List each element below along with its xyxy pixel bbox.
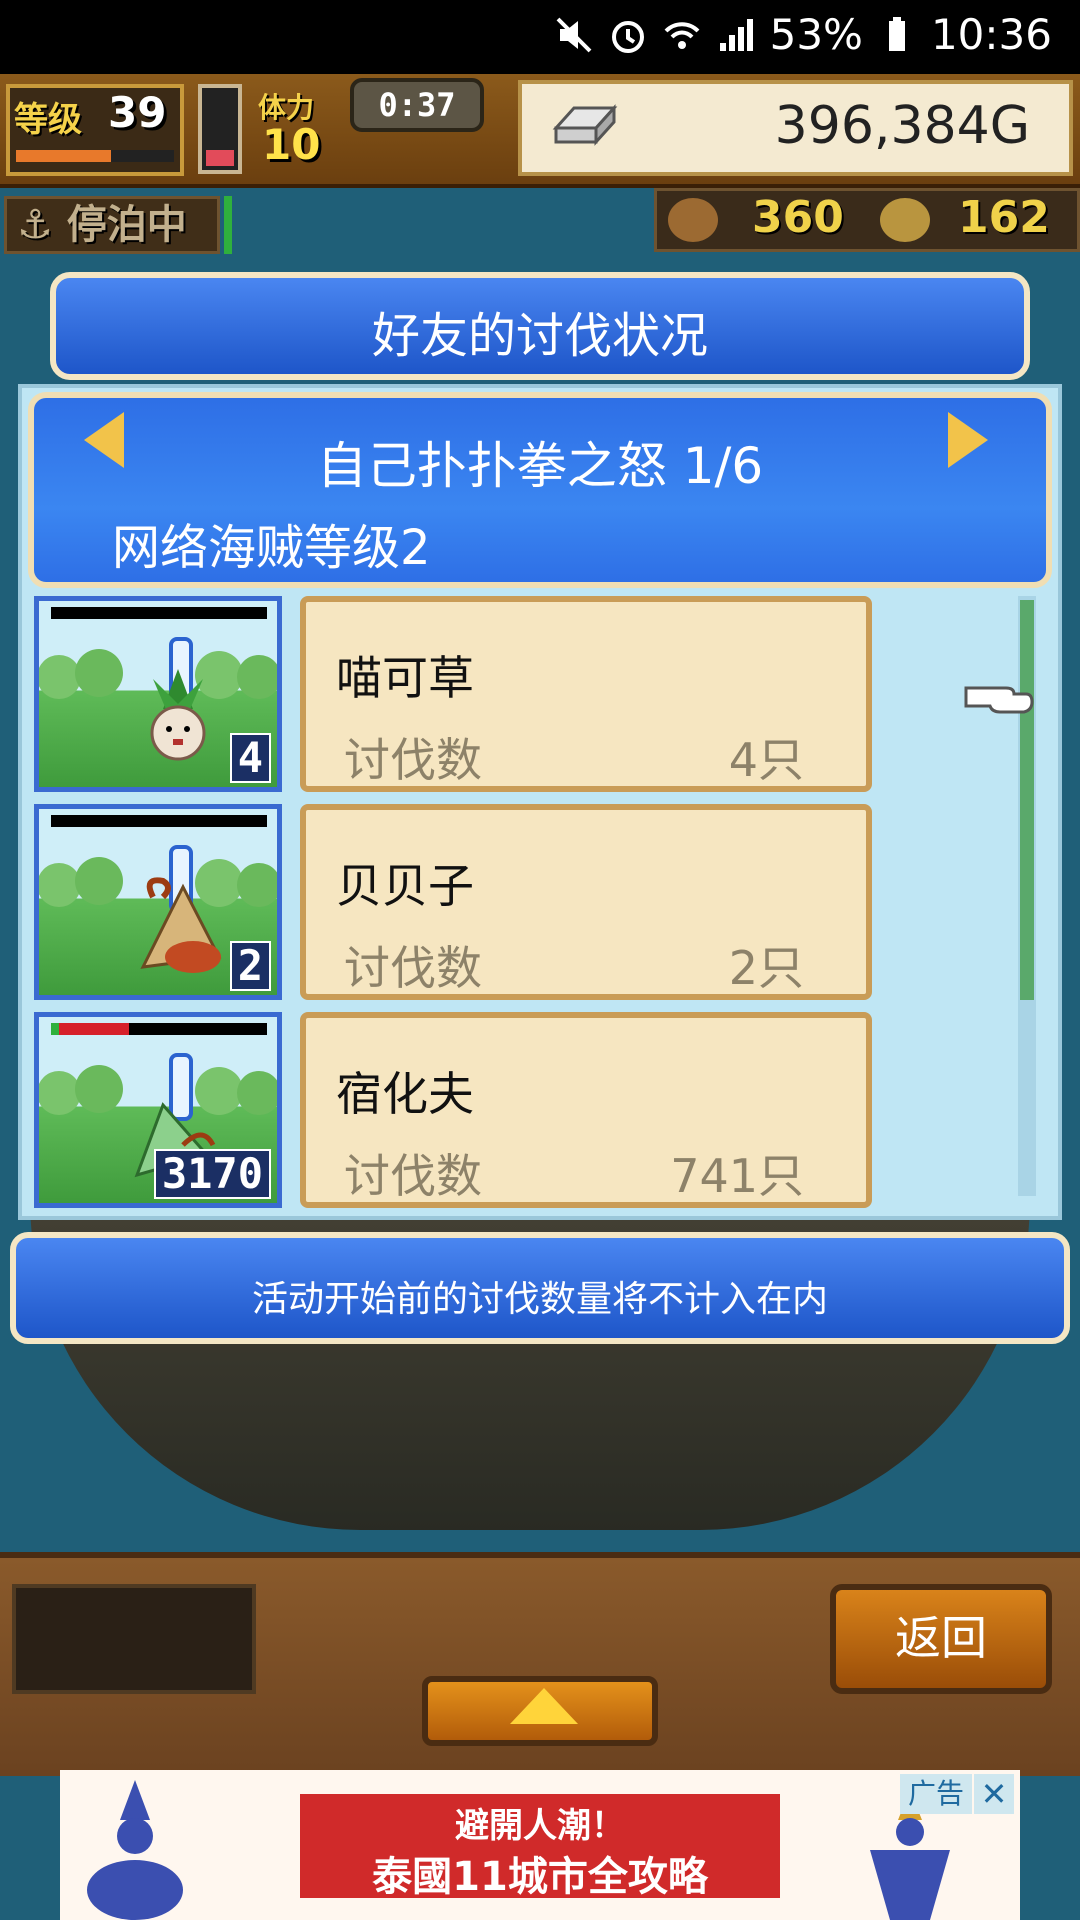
monster-count-badge: 2 [229, 941, 271, 991]
ad-subheadline: 泰國11城市全攻略 [372, 1854, 708, 1900]
battery-percent: 53% [769, 10, 863, 59]
friend-row[interactable]: 贝贝子 讨伐数 2只 [300, 804, 872, 1000]
monster-name: 喵可草 [336, 651, 474, 705]
alarm-icon [608, 15, 648, 55]
wifi-icon [662, 15, 702, 55]
friend-row[interactable]: 喵可草 讨伐数 4只 [300, 596, 872, 792]
medal-value: 162 [958, 192, 1050, 243]
hunt-count-value: 741只 [670, 1149, 804, 1203]
friend-row[interactable]: 宿化夫 讨伐数 741只 [300, 1012, 872, 1208]
level-progress-bar [16, 150, 174, 162]
hermit-crab-monster-icon [140, 877, 222, 973]
medal-icon [880, 198, 930, 242]
monster-hp-damage [59, 1023, 129, 1035]
anchor-icon: ⚓ [17, 202, 53, 248]
docked-gauge [224, 196, 232, 254]
food-value: 360 [752, 192, 844, 243]
monster-name: 宿化夫 [336, 1067, 474, 1121]
monster-hp-bar [51, 1023, 267, 1035]
monster-thumbnail: 4 [34, 596, 282, 792]
gold-bar-icon [552, 104, 618, 146]
up-arrow-icon [510, 1688, 578, 1724]
monster-thumbnail: 3170 [34, 1012, 282, 1208]
event-title: 自己扑扑拳之怒 1/6 [316, 437, 764, 495]
panel-title: 好友的讨伐状况 [371, 308, 708, 364]
buddha-statue-icon [87, 1780, 183, 1920]
signal-icon [716, 15, 756, 55]
notice-text: 活动开始前的讨伐数量将不计入在内 [251, 1279, 828, 1320]
clock: 10:36 [930, 10, 1052, 59]
monster-hp-fill [51, 815, 267, 827]
monster-count-badge: 4 [229, 733, 271, 783]
empty-slot [12, 1584, 256, 1694]
ad-headline: 避開人潮！ [455, 1806, 625, 1846]
pointing-hand-icon [964, 686, 1034, 714]
status-bar: 53% 10:36 [0, 0, 1080, 74]
ad-close-icon[interactable]: ✕ [974, 1774, 1014, 1814]
battery-icon [877, 15, 917, 55]
stamina-fill [206, 150, 234, 166]
hunt-count-value: 2只 [728, 941, 804, 995]
docked-status: ⚓ 停泊中 [4, 196, 220, 254]
stamina-gauge [198, 84, 242, 174]
list-scrollbar-thumb[interactable] [1020, 600, 1034, 1000]
ad-label: 广告 [900, 1774, 972, 1814]
monster-hp-fill [51, 607, 267, 619]
hunt-count-value: 4只 [728, 733, 804, 787]
stamina-timer: 0:37 [350, 78, 484, 132]
hunt-count-label: 讨伐数 [344, 941, 482, 995]
monster-hp-fill [51, 1023, 59, 1035]
hunt-count-label: 讨伐数 [344, 733, 482, 787]
food-icon [668, 198, 718, 242]
level-label: 等级 [14, 100, 82, 140]
event-subtitle: 网络海贼等级2 [112, 520, 431, 576]
monster-count-badge: 3170 [153, 1149, 271, 1199]
monster-thumbnail: 2 [34, 804, 282, 1000]
level-value: 39 [108, 88, 167, 137]
docked-label: 停泊中 [66, 202, 187, 248]
mandrake-monster-icon [150, 669, 206, 761]
monster-hp-bar [51, 607, 267, 619]
mute-icon [554, 15, 594, 55]
gold-value: 396,384G [774, 96, 1030, 156]
monster-hp-bar [51, 815, 267, 827]
monster-name: 贝贝子 [336, 859, 474, 913]
level-progress-fill [16, 150, 111, 162]
hunt-count-label: 讨伐数 [344, 1149, 482, 1203]
back-button[interactable]: 返回 [830, 1584, 1052, 1694]
stamina-value: 10 [262, 120, 321, 169]
